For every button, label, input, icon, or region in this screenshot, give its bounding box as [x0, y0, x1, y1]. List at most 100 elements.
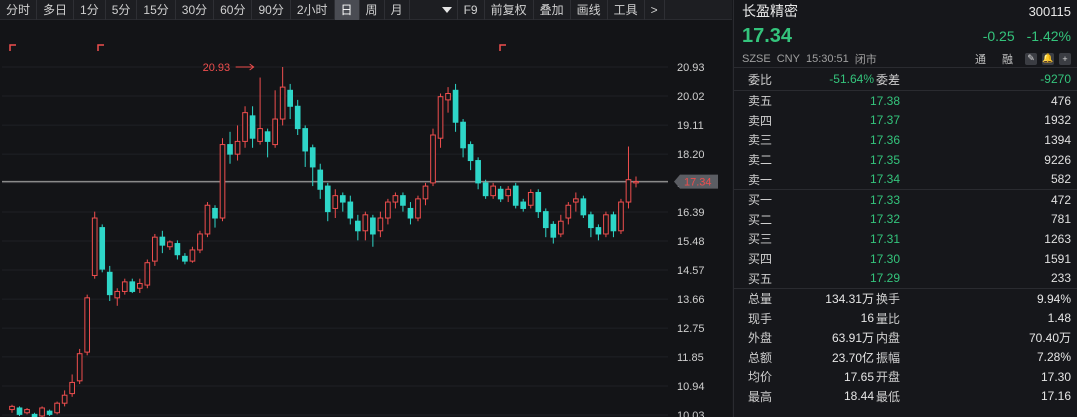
stat-value: 70.40万	[1028, 331, 1071, 346]
candle-body	[324, 185, 331, 213]
stat-value: 63.91万	[831, 331, 874, 346]
chart-svg[interactable]: 20.9320.0219.1118.2017.3016.3915.4814.57…	[0, 20, 732, 417]
market-status: 闭市	[854, 53, 877, 66]
stat-label: 内盘	[876, 331, 901, 346]
candle-body	[309, 147, 316, 168]
period-tab-0[interactable]: 分时	[0, 0, 38, 20]
period-tab-3[interactable]: 5分	[106, 0, 138, 20]
current-price-label: 17.34	[684, 177, 712, 189]
bid-volume: 1591	[1044, 251, 1071, 266]
candle-body	[279, 86, 286, 120]
candle-body	[242, 112, 248, 142]
candle-body	[182, 255, 188, 262]
candle-body	[557, 220, 564, 235]
bid-level-3[interactable]: 买三 17.31 1263	[734, 229, 1077, 249]
candle-body	[99, 227, 106, 270]
max-price-label: 20.93	[203, 62, 231, 74]
bid-price: 17.33	[869, 192, 900, 207]
period-tab-8[interactable]: 2小时	[291, 0, 335, 20]
period-tab-1[interactable]: 多日	[37, 0, 75, 20]
candle-body	[91, 217, 98, 276]
ask-level-2[interactable]: 卖四 17.37 1932	[734, 111, 1077, 131]
period-tab-2[interactable]: 1分	[74, 0, 106, 20]
period-dropdown-icon[interactable]	[438, 0, 458, 20]
bid-label: 买二	[748, 212, 773, 227]
candle-body	[482, 182, 489, 197]
candle-body	[588, 214, 594, 229]
add-icon[interactable]: +	[1059, 52, 1071, 65]
candle-body	[452, 89, 459, 123]
tool-button-1[interactable]: 前复权	[485, 0, 534, 20]
stat-value: 17.16	[1040, 389, 1071, 404]
y-tick-label: 20.02	[677, 91, 705, 103]
period-tab-6[interactable]: 60分	[214, 0, 253, 20]
ask-volume: 476	[1050, 93, 1071, 108]
corner-mark	[97, 44, 104, 51]
bid-price: 17.29	[869, 271, 900, 286]
candle-body	[114, 290, 121, 299]
weibi-label: 委比	[748, 72, 773, 87]
y-tick-label: 18.20	[677, 149, 705, 161]
bid-level-4[interactable]: 买四 17.30 1591	[734, 249, 1077, 269]
candle-body	[234, 140, 241, 155]
candle-body	[573, 198, 579, 203]
candle-body	[633, 181, 639, 184]
y-tick-label: 15.48	[677, 236, 705, 248]
ask-level-1[interactable]: 卖五 17.38 476	[734, 91, 1077, 111]
period-tab-10[interactable]: 周	[360, 0, 385, 20]
candle-body	[317, 169, 324, 190]
candle-body	[294, 105, 301, 130]
stat-label: 外盘	[748, 331, 773, 346]
tool-button-3[interactable]: 画线	[571, 0, 608, 20]
tool-button-0[interactable]: F9	[458, 0, 485, 20]
ask-level-4[interactable]: 卖二 17.35 9226	[734, 150, 1077, 170]
period-tab-5[interactable]: 30分	[176, 0, 215, 20]
tag-rong: 融	[1002, 53, 1013, 66]
ask-book: 卖五 17.38 476 卖四 17.37 1932 卖三 17.36 1394 卖二 17.35 9…	[734, 90, 1077, 189]
bid-label: 买一	[748, 193, 773, 208]
change-value: -0.25	[982, 28, 1015, 44]
corner-mark	[9, 44, 16, 51]
candle-body	[385, 201, 391, 219]
ask-level-3[interactable]: 卖三 17.36 1394	[734, 130, 1077, 150]
stat-label: 最高	[748, 389, 773, 404]
market-info: SZSE CNY 15:30:51 闭市 通 融 ✎ 🔔 +	[734, 50, 1077, 68]
stock-code: 300115	[1028, 3, 1071, 19]
candlestick-chart[interactable]: 20.9320.0219.1118.2017.3016.3915.4814.57…	[0, 20, 732, 417]
bid-label: 买三	[748, 232, 773, 247]
bid-level-1[interactable]: 买一 17.33 472	[734, 190, 1077, 210]
edit-icon[interactable]: ✎	[1025, 52, 1037, 65]
candle-body	[625, 179, 632, 203]
bid-volume: 1263	[1044, 231, 1071, 246]
bid-level-2[interactable]: 买二 17.32 781	[734, 210, 1077, 230]
stat-label: 总额	[748, 350, 773, 365]
weicha-value: -9270	[1040, 72, 1071, 86]
period-tab-11[interactable]: 月	[385, 0, 410, 20]
quote-time: 15:30:51	[805, 52, 849, 65]
period-tab-4[interactable]: 15分	[137, 0, 176, 20]
weicha-label: 委差	[876, 72, 901, 87]
candle-body	[415, 198, 421, 219]
period-tab-7[interactable]: 90分	[252, 0, 291, 20]
stock-name: 长盈精密	[742, 3, 798, 19]
stat-value: 7.28%	[1036, 350, 1071, 365]
bid-level-5[interactable]: 买五 17.29 233	[734, 268, 1077, 288]
ask-level-5[interactable]: 卖一 17.34 582	[734, 169, 1077, 189]
candle-body	[339, 195, 346, 203]
stat-label: 均价	[748, 370, 773, 385]
stat-value: 1.48	[1047, 311, 1071, 326]
candle-body	[144, 262, 151, 286]
candle-body	[9, 405, 15, 411]
candle-body	[400, 195, 406, 206]
tool-button-4[interactable]: 工具	[608, 0, 645, 20]
candle-body	[302, 128, 309, 152]
bell-icon[interactable]: 🔔	[1042, 52, 1054, 65]
ask-label: 卖三	[748, 133, 773, 148]
candle-body	[106, 271, 113, 296]
y-tick-label: 16.39	[677, 207, 705, 219]
period-tab-9[interactable]: 日	[334, 0, 360, 20]
candle-body	[535, 191, 542, 213]
candle-body	[54, 402, 60, 414]
tool-button-2[interactable]: 叠加	[534, 0, 571, 20]
tool-button-5[interactable]: >	[645, 0, 665, 20]
